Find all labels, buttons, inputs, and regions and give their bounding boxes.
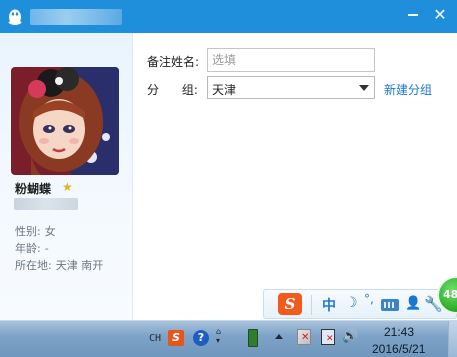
title-bar: ✕ bbox=[0, 0, 457, 33]
qq-penguin-icon bbox=[8, 9, 22, 25]
ime-language-toggle[interactable]: 中 bbox=[322, 295, 336, 315]
minimize-icon bbox=[408, 14, 418, 16]
ime-toolbar: S 中 ☽ °, 👤 🔧 bbox=[263, 289, 457, 319]
nickname: 粉蝴蝶 bbox=[15, 182, 52, 196]
age-label: 年龄: bbox=[15, 242, 41, 255]
taskbar: CH S ? ⌂▾ 🔊 21:43 2016/5/21 bbox=[0, 320, 457, 357]
new-group-link[interactable]: 新建分组 bbox=[384, 81, 432, 98]
usb-icon[interactable] bbox=[248, 329, 258, 347]
gender-row: 性别: 女 bbox=[15, 223, 56, 239]
clock-time[interactable]: 21:43 bbox=[384, 325, 414, 339]
profile-panel: 粉蝴蝶 ★ 性别: 女 年龄: - 所在地: 天津 南开 bbox=[0, 33, 133, 320]
chevron-down-icon bbox=[359, 85, 369, 91]
qq-number-redacted bbox=[14, 198, 78, 210]
group-label: 分 组: bbox=[147, 83, 198, 97]
user-icon[interactable]: 👤 bbox=[405, 296, 421, 311]
ime-divider bbox=[311, 295, 312, 315]
avatar-image bbox=[11, 67, 119, 175]
help-icon[interactable]: ? bbox=[193, 330, 209, 346]
location-row: 所在地: 天津 南开 bbox=[15, 257, 103, 273]
gender-label: 性别: bbox=[15, 225, 41, 238]
sogou-tray-icon[interactable]: S bbox=[168, 330, 184, 346]
avatar[interactable] bbox=[11, 67, 119, 175]
age-value: - bbox=[44, 242, 49, 255]
group-select[interactable]: 天津 bbox=[207, 76, 375, 99]
clock-date[interactable]: 2016/5/21 bbox=[372, 342, 425, 356]
star-icon: ★ bbox=[62, 180, 73, 194]
gender-value: 女 bbox=[44, 225, 56, 238]
location-value: 天津 南开 bbox=[55, 259, 104, 272]
remark-name-input[interactable] bbox=[207, 48, 375, 72]
network-icon[interactable] bbox=[321, 329, 335, 345]
volume-icon[interactable]: 🔊 bbox=[342, 329, 358, 344]
punctuation-icon[interactable]: °, bbox=[364, 292, 374, 306]
action-center-icon[interactable] bbox=[297, 329, 311, 345]
sogou-logo-icon[interactable]: S bbox=[278, 293, 302, 315]
title-text-redacted bbox=[30, 9, 122, 25]
age-row: 年龄: - bbox=[15, 240, 49, 256]
soft-keyboard-icon[interactable] bbox=[381, 299, 399, 311]
close-button[interactable]: ✕ bbox=[432, 7, 448, 23]
location-label: 所在地: bbox=[15, 259, 52, 272]
remark-name-label: 备注姓名: bbox=[147, 55, 200, 69]
group-select-value: 天津 bbox=[212, 83, 237, 97]
ime-options-icon[interactable]: ⌂ ▾ bbox=[216, 327, 221, 345]
show-desktop-button[interactable] bbox=[448, 321, 457, 357]
minimize-button[interactable] bbox=[405, 7, 421, 23]
input-language-indicator[interactable]: CH bbox=[149, 333, 161, 344]
show-hidden-icons-icon[interactable] bbox=[275, 334, 283, 339]
half-width-icon[interactable]: ☽ bbox=[345, 295, 358, 311]
